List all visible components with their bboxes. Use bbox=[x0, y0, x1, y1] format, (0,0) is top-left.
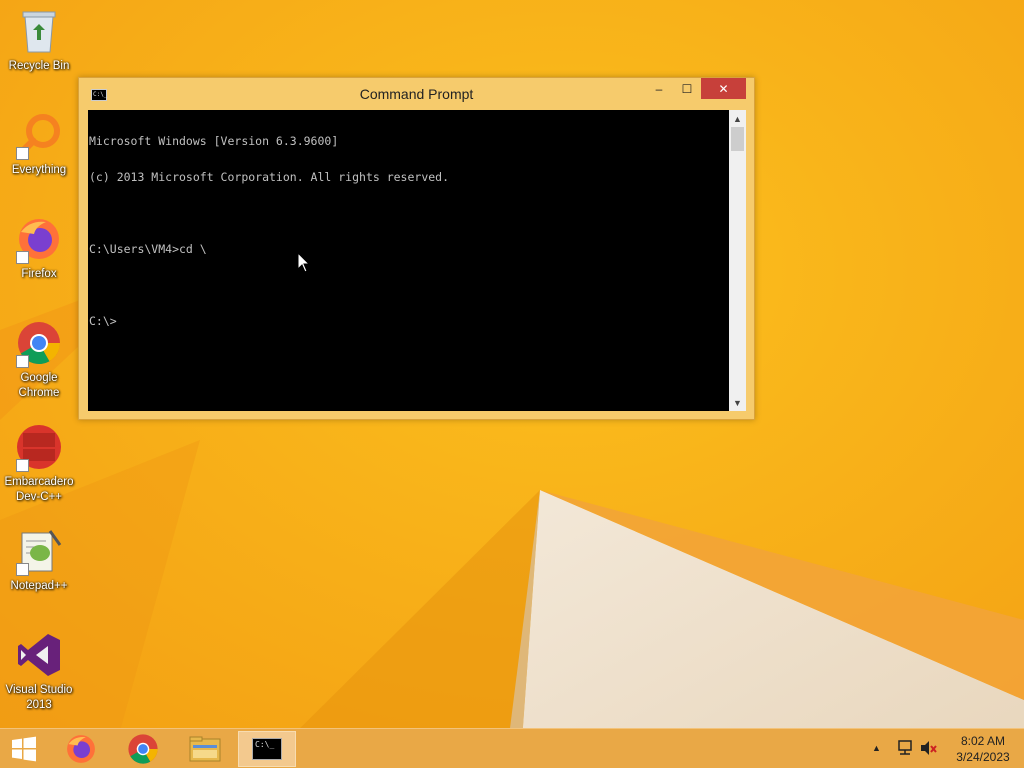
volume-muted-icon[interactable] bbox=[920, 740, 938, 756]
chrome-icon bbox=[128, 734, 158, 764]
console-prompt-line: C:\> bbox=[89, 314, 117, 328]
taskbar-clock[interactable]: 8:02 AM 3/24/2023 bbox=[938, 733, 1024, 765]
desktop-icon-label: Firefox bbox=[21, 268, 57, 280]
desktop-icon-firefox[interactable]: Firefox bbox=[0, 214, 78, 282]
folder-icon bbox=[189, 736, 221, 762]
console-line: C:\Users\VM4>cd \ bbox=[89, 242, 207, 256]
network-icon[interactable] bbox=[896, 740, 914, 756]
clock-time: 8:02 AM bbox=[960, 734, 1006, 748]
taskbar-file-explorer-button[interactable] bbox=[176, 731, 234, 767]
devcpp-icon bbox=[14, 422, 64, 472]
show-hidden-icons-icon[interactable]: ▲ bbox=[872, 743, 881, 753]
minimize-button[interactable]: – bbox=[645, 78, 673, 99]
shortcut-arrow-icon bbox=[16, 459, 29, 472]
start-button[interactable] bbox=[0, 731, 48, 767]
windows-logo-icon bbox=[12, 736, 36, 762]
desktop-icon-label: Google Chrome bbox=[18, 372, 60, 399]
vertical-scrollbar[interactable]: ▲ ▼ bbox=[729, 110, 746, 411]
cmd-icon: C:\_ bbox=[252, 738, 282, 760]
everything-search-icon bbox=[14, 110, 64, 160]
desktop-icon-visual-studio[interactable]: Visual Studio 2013 bbox=[0, 630, 78, 713]
window-titlebar[interactable]: C:\_ Command Prompt – ☐ ✕ bbox=[79, 78, 754, 110]
clock-date: 3/24/2023 bbox=[956, 750, 1010, 764]
firefox-icon bbox=[14, 214, 64, 264]
desktop-icon-label: Everything bbox=[11, 164, 67, 176]
taskbar-command-prompt-button[interactable]: C:\_ bbox=[238, 731, 296, 767]
desktop-icon-recycle-bin[interactable]: Recycle Bin bbox=[0, 6, 78, 74]
shortcut-arrow-icon bbox=[16, 251, 29, 264]
scroll-up-arrow-icon[interactable]: ▲ bbox=[729, 110, 746, 127]
recycle-bin-icon bbox=[14, 6, 64, 56]
desktop-icon-label: Recycle Bin bbox=[8, 60, 70, 72]
firefox-icon bbox=[67, 735, 95, 763]
scroll-thumb[interactable] bbox=[731, 127, 744, 151]
visual-studio-icon bbox=[14, 630, 64, 680]
chrome-icon bbox=[14, 318, 64, 368]
desktop-icon-label: Notepad++ bbox=[10, 580, 68, 592]
scroll-down-arrow-icon[interactable]: ▼ bbox=[729, 394, 746, 411]
taskbar-firefox-button[interactable] bbox=[52, 731, 110, 767]
shortcut-arrow-icon bbox=[16, 147, 29, 160]
console-line: Microsoft Windows [Version 6.3.9600] bbox=[89, 134, 339, 148]
notepadpp-icon bbox=[14, 526, 64, 576]
console-line: (c) 2013 Microsoft Corporation. All righ… bbox=[89, 170, 450, 184]
desktop-icon-label: Embarcadero Dev-C++ bbox=[4, 476, 74, 503]
desktop-icon-google-chrome[interactable]: Google Chrome bbox=[0, 318, 78, 401]
close-button[interactable]: ✕ bbox=[701, 78, 746, 99]
shortcut-arrow-icon bbox=[16, 563, 29, 576]
desktop-icon-dev-cpp[interactable]: Embarcadero Dev-C++ bbox=[0, 422, 78, 505]
shortcut-arrow-icon bbox=[16, 355, 29, 368]
taskbar: C:\_ ▲ 8:02 AM 3/24/2023 bbox=[0, 728, 1024, 768]
desktop-icon-everything[interactable]: Everything bbox=[0, 110, 78, 178]
desktop-icon-notepad-plus-plus[interactable]: Notepad++ bbox=[0, 526, 78, 594]
taskbar-chrome-button[interactable] bbox=[114, 731, 172, 767]
console-output[interactable]: Microsoft Windows [Version 6.3.9600] (c)… bbox=[88, 110, 729, 411]
mouse-cursor-icon bbox=[297, 252, 311, 273]
maximize-button[interactable]: ☐ bbox=[673, 78, 701, 99]
command-prompt-window[interactable]: C:\_ Command Prompt – ☐ ✕ Microsoft Wind… bbox=[78, 77, 755, 420]
desktop-icon-label: Visual Studio 2013 bbox=[5, 684, 73, 711]
